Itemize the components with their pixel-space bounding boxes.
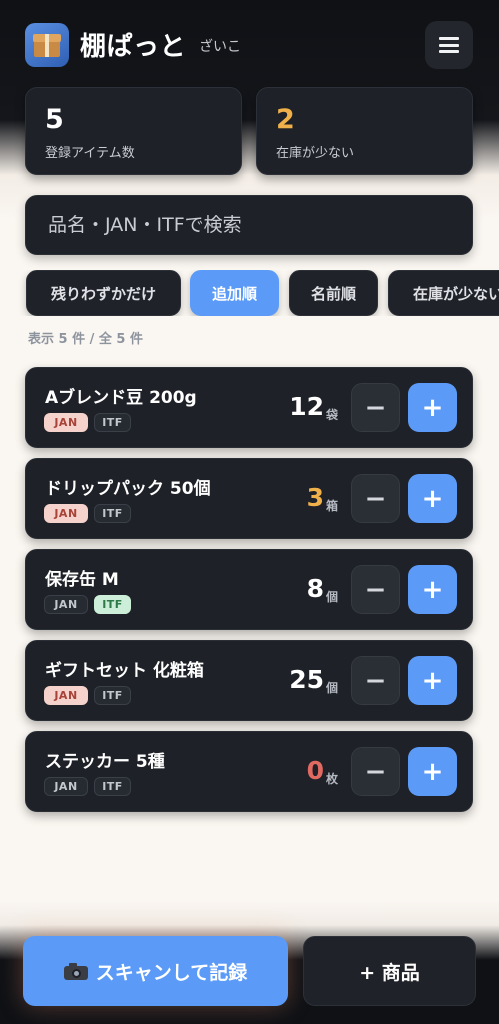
scan-record-button[interactable]: スキャンして記録: [23, 936, 288, 1006]
item-unit: 箱: [326, 499, 339, 513]
app-header: 棚ぱっと ざいこ: [0, 0, 499, 90]
item-quantity: 12: [289, 392, 324, 421]
filter-chip-added-order[interactable]: 追加順: [190, 270, 279, 316]
item-name: 保存缶 M: [45, 570, 119, 590]
item-unit: 個: [326, 590, 339, 604]
item-quantity: 25: [289, 665, 324, 694]
app-title: 棚ぱっと: [80, 32, 187, 62]
itf-badge: ITF: [94, 504, 131, 523]
itf-badge: ITF: [94, 777, 131, 796]
itf-badge: ITF: [94, 413, 131, 432]
filter-chip-low-only[interactable]: 残りわずかだけ: [26, 270, 181, 316]
itf-badge: ITF: [94, 595, 131, 614]
menu-button[interactable]: [425, 21, 473, 69]
decrement-button[interactable]: −: [351, 656, 400, 705]
stat-registered-count: 5: [45, 104, 64, 135]
app-subtitle: ざいこ: [199, 39, 241, 55]
add-product-button[interactable]: + 商品: [303, 936, 476, 1006]
jan-badge: JAN: [44, 686, 88, 705]
item-unit: 枚: [326, 772, 339, 786]
item-quantity: 3: [306, 483, 324, 512]
stat-registered-label: 登録アイテム数: [45, 146, 135, 161]
decrement-button[interactable]: −: [351, 565, 400, 614]
scan-record-label: スキャンして記録: [95, 961, 248, 984]
jan-badge: JAN: [44, 413, 88, 432]
stat-registered-items: 5 登録アイテム数: [25, 87, 242, 175]
stat-low-stock-count: 2: [276, 104, 295, 135]
list-item[interactable]: Aブレンド豆 200g JAN ITF 12 袋 − +: [25, 367, 473, 448]
item-quantity: 8: [306, 574, 324, 603]
filter-chips: 残りわずかだけ 追加順 名前順 在庫が少ない: [0, 270, 499, 316]
result-count: 表示 5 件 / 全 5 件: [28, 332, 143, 347]
list-item[interactable]: ドリップパック 50個 JAN ITF 3 箱 − +: [25, 458, 473, 539]
jan-badge: JAN: [44, 595, 88, 614]
camera-icon: [63, 962, 88, 980]
package-box-icon: [25, 23, 69, 67]
stat-low-stock[interactable]: 2 在庫が少ない: [256, 87, 473, 175]
increment-button[interactable]: +: [408, 474, 457, 523]
search-input[interactable]: [25, 195, 473, 255]
decrement-button[interactable]: −: [351, 747, 400, 796]
list-item[interactable]: ギフトセット 化粧箱 JAN ITF 25 個 − +: [25, 640, 473, 721]
list-item[interactable]: 保存缶 M JAN ITF 8 個 − +: [25, 549, 473, 630]
item-name: ドリップパック 50個: [45, 479, 211, 499]
jan-badge: JAN: [44, 777, 88, 796]
item-unit: 袋: [326, 408, 339, 422]
increment-button[interactable]: +: [408, 565, 457, 614]
filter-chip-low-stock[interactable]: 在庫が少ない: [388, 270, 499, 316]
item-unit: 個: [326, 681, 339, 695]
increment-button[interactable]: +: [408, 383, 457, 432]
decrement-button[interactable]: −: [351, 383, 400, 432]
increment-button[interactable]: +: [408, 747, 457, 796]
filter-chip-name-order[interactable]: 名前順: [289, 270, 378, 316]
item-name: Aブレンド豆 200g: [45, 388, 197, 408]
hamburger-menu-icon: [439, 37, 459, 53]
list-item[interactable]: ステッカー 5種 JAN ITF 0 枚 − +: [25, 731, 473, 812]
jan-badge: JAN: [44, 504, 88, 523]
increment-button[interactable]: +: [408, 656, 457, 705]
decrement-button[interactable]: −: [351, 474, 400, 523]
item-quantity: 0: [306, 756, 324, 785]
itf-badge: ITF: [94, 686, 131, 705]
stat-low-stock-label: 在庫が少ない: [276, 146, 355, 161]
item-name: ギフトセット 化粧箱: [45, 661, 204, 681]
item-name: ステッカー 5種: [45, 752, 165, 772]
